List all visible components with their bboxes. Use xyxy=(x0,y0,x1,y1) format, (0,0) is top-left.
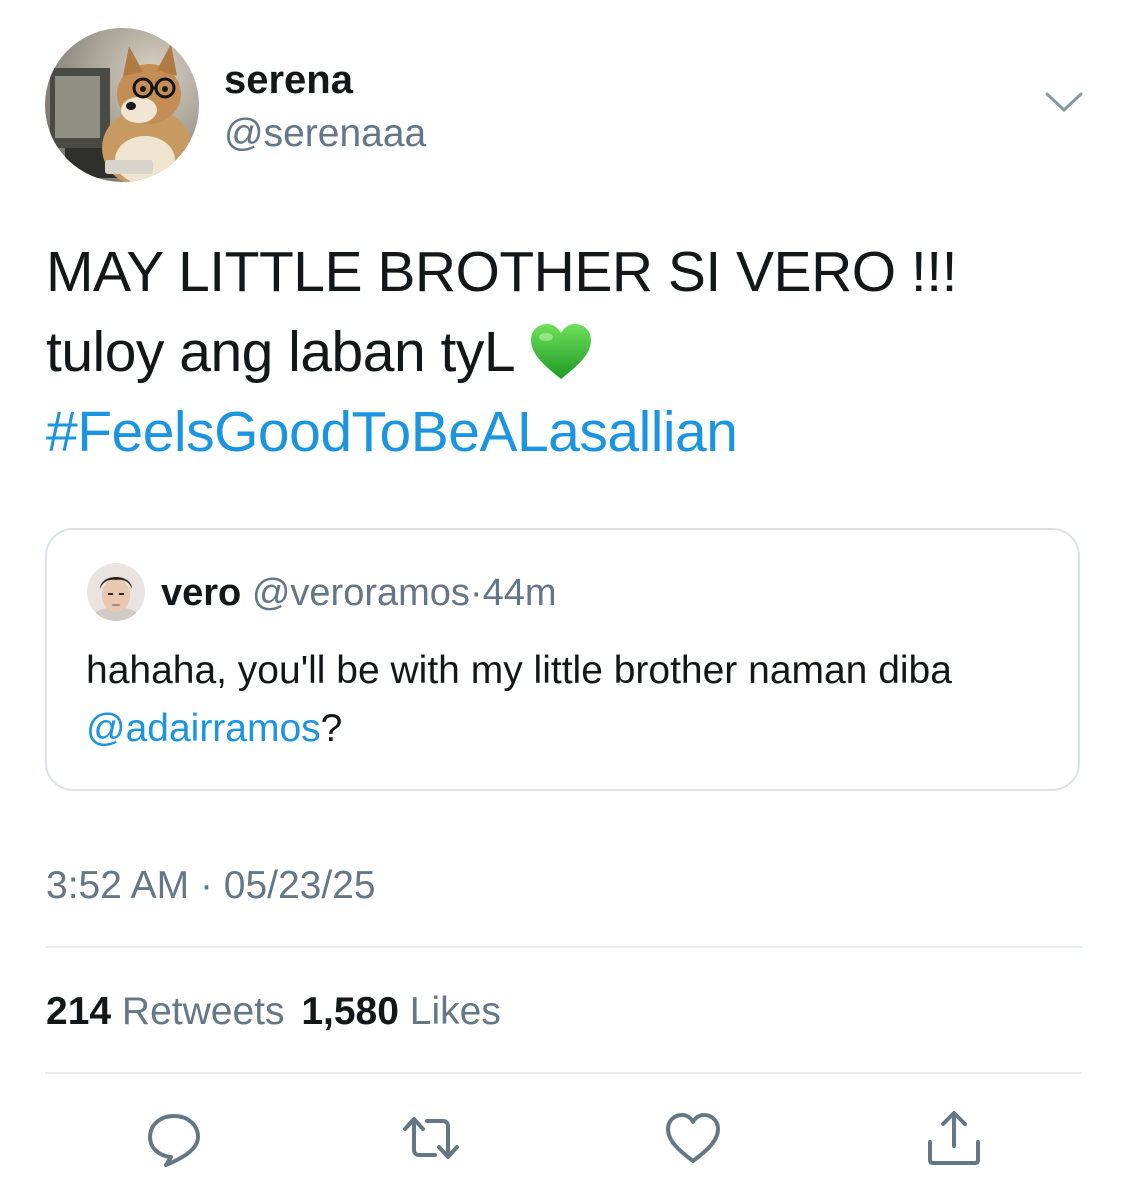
timestamp-separator: · xyxy=(199,864,213,907)
author-display-name[interactable]: serena xyxy=(224,56,353,104)
likes-stat[interactable]: 1,580 Likes xyxy=(301,990,501,1033)
retweet-button[interactable] xyxy=(401,1108,461,1168)
share-button[interactable] xyxy=(924,1108,984,1168)
quoted-author-handle: @veroramos xyxy=(251,572,470,614)
reply-button[interactable] xyxy=(144,1108,204,1168)
divider xyxy=(45,1072,1082,1074)
dog-with-glasses-avatar-icon xyxy=(45,28,199,182)
likes-count: 1,580 xyxy=(301,990,399,1033)
divider xyxy=(45,946,1082,948)
tweet-text-line: MAY LITTLE BROTHER SI VERO !!! xyxy=(46,240,957,304)
reply-icon xyxy=(148,1114,200,1167)
retweets-count: 214 xyxy=(46,990,112,1033)
author-avatar[interactable] xyxy=(45,28,199,182)
chevron-down-icon[interactable] xyxy=(1044,88,1084,118)
quoted-time-ago: 44m xyxy=(482,572,557,614)
share-icon xyxy=(928,1111,980,1165)
quoted-author-avatar xyxy=(87,563,145,621)
author-handle[interactable]: @serenaaa xyxy=(224,110,426,158)
quoted-tweet-card[interactable]: vero @veroramos·44m hahaha, you'll be wi… xyxy=(45,528,1080,791)
quoted-text-end: ? xyxy=(320,707,343,750)
timestamp-date: 05/23/25 xyxy=(223,864,376,907)
timestamp-time: 3:52 AM xyxy=(46,864,190,907)
likes-label: Likes xyxy=(409,990,501,1033)
tweet-text-line: tuloy ang laban tyL xyxy=(46,312,1086,392)
quoted-separator: · xyxy=(469,572,483,614)
like-button[interactable] xyxy=(663,1108,723,1168)
tweet-text-line-content: tuloy ang laban tyL xyxy=(46,320,516,384)
mention-link[interactable]: @adairramos xyxy=(86,707,321,750)
retweets-stat[interactable]: 214 Retweets xyxy=(46,990,285,1033)
tweet-stats: 214 Retweets 1,580 Likes xyxy=(46,988,501,1036)
retweets-label: Retweets xyxy=(121,990,285,1033)
green-heart-emoji-icon xyxy=(529,322,593,380)
person-avatar-icon xyxy=(87,563,145,621)
hashtag-link[interactable]: #FeelsGoodToBeALasallian xyxy=(46,392,1086,472)
heart-icon xyxy=(666,1113,720,1163)
tweet-text: MAY LITTLE BROTHER SI VERO !!! tuloy ang… xyxy=(46,232,1086,472)
quoted-tweet-header: vero @veroramos·44m xyxy=(161,570,557,616)
quoted-text-body: hahaha, you'll be with my little brother… xyxy=(86,649,952,692)
quoted-tweet-text: hahaha, you'll be with my little brother… xyxy=(86,642,1046,758)
quoted-author-name: vero xyxy=(161,572,242,614)
retweet-icon xyxy=(403,1117,459,1159)
tweet-timestamp[interactable]: 3:52 AM · 05/23/25 xyxy=(46,862,376,910)
